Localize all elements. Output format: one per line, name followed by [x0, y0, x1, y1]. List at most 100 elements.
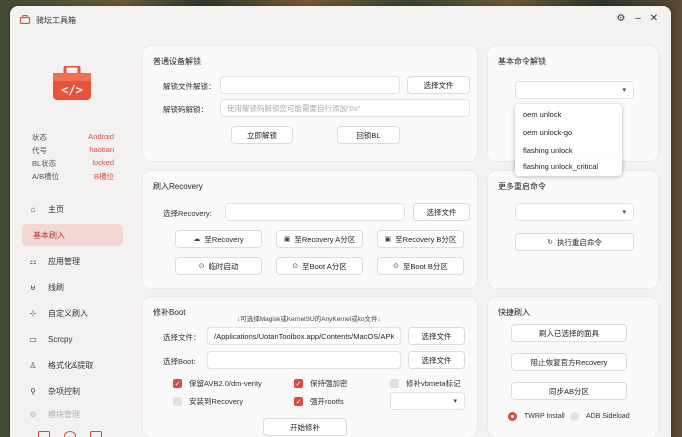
nav-app-manage[interactable]: ⚏ 应用管理: [22, 250, 123, 272]
dropdown-option-oem-unlock[interactable]: oem unlock: [523, 110, 561, 119]
reboot-title: 更多重启命令: [498, 182, 546, 191]
nav-line-flash[interactable]: ⊎ 线刷: [22, 276, 123, 298]
flash-selected-magisk-button[interactable]: 刷入已选择的面具: [511, 324, 627, 342]
nav-home[interactable]: ⌂ 主页: [22, 198, 123, 220]
to-recovery-b-label: 至Recovery B分区: [395, 234, 457, 244]
keep-encryption-label: 保持强加密: [310, 379, 348, 388]
adb-sideload-radio[interactable]: ADB Sideload: [570, 412, 630, 421]
execute-reboot-button[interactable]: ↻ 执行重启命令: [515, 233, 634, 251]
nav-line-flash-label: 线刷: [48, 282, 64, 292]
basic-cmd-select[interactable]: ▾: [515, 81, 634, 99]
to-boot-b-label: 至Boot B分区: [402, 261, 448, 271]
power-icon: ⊙: [292, 263, 299, 270]
to-recovery-b-button[interactable]: ▣ 至Recovery B分区: [377, 230, 464, 248]
toolbox-logo-icon: </>: [53, 66, 91, 100]
nav-module-manage[interactable]: ⚙ 模块管理: [22, 403, 123, 425]
unlock-file-label: 解锁文件解锁：: [163, 82, 216, 91]
sidebar-bottom-icons: [38, 431, 102, 437]
nav-misc-control-label: 杂项控制: [48, 386, 80, 396]
chevron-down-icon: ▾: [453, 398, 457, 405]
svg-text:</>: </>: [61, 83, 83, 97]
patch-boot-input[interactable]: [207, 351, 401, 369]
keep-encryption-checkbox[interactable]: ✓ 保持强加密: [294, 378, 348, 389]
home-icon: ⌂: [30, 204, 36, 214]
title-bar: 骑坛工具箱 ⚙ – ✕: [10, 6, 671, 32]
refresh-icon: ↻: [547, 239, 553, 246]
checkbox-empty-icon: [390, 379, 399, 388]
quick-flash-panel: 快捷刷入 刷入已选择的面具 阻止恢复官方Recovery 同步AB分区 TWRP…: [488, 297, 658, 437]
dropdown-menu-tail: flashing unlock_critical: [515, 158, 622, 176]
force-rootfs-label: 强开rootfs: [310, 397, 344, 406]
to-boot-b-button[interactable]: ⊙ 至Boot B分区: [377, 257, 464, 275]
settings-icon[interactable]: ⚙: [615, 13, 627, 25]
dropdown-option-flashing-unlock-critical[interactable]: flashing unlock_critical: [523, 162, 598, 171]
twrp-install-label: TWRP Install: [524, 413, 565, 420]
github-icon[interactable]: [64, 431, 76, 437]
to-recovery-button[interactable]: ☁ 至Recovery: [175, 230, 262, 248]
patch-boot-label: 选择Boot:: [163, 357, 196, 366]
device-codename-row: 代号 haotian: [32, 145, 114, 157]
web-icon[interactable]: [38, 431, 50, 437]
to-recovery-a-label: 至Recovery A分区: [294, 234, 356, 244]
app-logo-icon: [20, 15, 30, 24]
floppy-icon: ▣: [283, 236, 291, 243]
unlock-choose-file-button[interactable]: 选择文件: [407, 76, 470, 94]
custom-icon: ⊹: [29, 308, 37, 318]
checkbox-empty-icon: [173, 397, 182, 406]
execute-reboot-label: 执行重启命令: [556, 237, 602, 247]
start-patch-button[interactable]: 开始修补: [263, 418, 347, 436]
to-recovery-a-button[interactable]: ▣ 至Recovery A分区: [276, 230, 363, 248]
install-recovery-label: 安装到Recovery: [189, 397, 244, 406]
quick-flash-title: 快捷刷入: [498, 308, 530, 317]
device-codename-value: haotian: [89, 145, 114, 154]
to-boot-a-label: 至Boot A分区: [302, 261, 347, 271]
nav-basic-flash[interactable]: 基本刷入: [22, 224, 123, 246]
checkmark-icon: ✓: [294, 379, 303, 388]
nav-scrcpy[interactable]: ▭ Scrcpy: [22, 328, 123, 350]
force-rootfs-checkbox[interactable]: ✓ 强开rootfs: [294, 396, 344, 407]
nav-custom-flash[interactable]: ⊹ 自定义刷入: [22, 302, 123, 324]
close-button[interactable]: ✕: [648, 13, 660, 25]
app-title: 骑坛工具箱: [36, 16, 76, 25]
patch-choose-boot-button[interactable]: 选择文件: [408, 351, 465, 369]
patch-arch-select[interactable]: ▾: [390, 392, 465, 410]
apps-icon: ⚏: [29, 256, 37, 266]
power-icon: ⊙: [198, 263, 205, 270]
recovery-panel: 刷入Recovery 选择Recovery: 选择文件 ☁ 至Recovery ▣…: [143, 171, 477, 288]
to-recovery-label: 至Recovery: [204, 234, 244, 244]
twrp-install-radio[interactable]: TWRP Install: [508, 412, 565, 421]
sync-ab-button[interactable]: 同步AB分区: [511, 382, 627, 400]
patch-hint: ↓可选择Magisk或KernelSU的AnyKernel或ko文件↓: [237, 316, 381, 323]
patch-file-input[interactable]: [207, 327, 401, 345]
video-icon[interactable]: [90, 431, 102, 437]
keep-avb-label: 保留AVB2.0/dm-verity: [189, 379, 262, 388]
patch-choose-file-button[interactable]: 选择文件: [408, 327, 465, 345]
nav-misc-control[interactable]: ⚲ 杂项控制: [22, 380, 123, 402]
keep-avb-checkbox[interactable]: ✓ 保留AVB2.0/dm-verity: [173, 378, 262, 389]
to-boot-a-button[interactable]: ⊙ 至Boot A分区: [276, 257, 363, 275]
nav-basic-flash-label: 基本刷入: [33, 230, 65, 240]
nav-app-manage-label: 应用管理: [48, 256, 80, 266]
screen-icon: ▭: [29, 334, 37, 344]
block-recovery-button[interactable]: 阻止恢复官方Recovery: [511, 353, 627, 371]
dropdown-option-flashing-unlock[interactable]: flashing unlock: [523, 146, 573, 155]
reboot-cmd-select[interactable]: ▾: [515, 203, 634, 221]
cloud-icon: ☁: [193, 236, 201, 243]
unlock-code-input[interactable]: [220, 99, 470, 117]
recovery-title: 刷入Recovery: [153, 182, 203, 191]
recovery-file-input[interactable]: [225, 203, 405, 221]
patch-title: 修补Boot: [153, 308, 186, 317]
patch-vbmeta-checkbox[interactable]: 修补vbmeta标记: [390, 378, 461, 389]
minimize-button[interactable]: –: [632, 13, 644, 25]
nav-format-extract[interactable]: ♙ 格式化&提取: [22, 354, 123, 376]
checkmark-icon: ✓: [294, 397, 303, 406]
relock-bl-button[interactable]: 回锁BL: [337, 126, 400, 144]
reboot-panel: 更多重启命令 ▾ ↻ 执行重启命令: [488, 171, 658, 288]
temp-boot-button[interactable]: ⊙ 临时启动: [175, 257, 262, 275]
unlock-file-input[interactable]: [220, 76, 400, 94]
install-recovery-checkbox[interactable]: 安装到Recovery: [173, 396, 243, 407]
chevron-down-icon: ▾: [622, 87, 626, 94]
recovery-choose-file-button[interactable]: 选择文件: [413, 203, 470, 221]
dropdown-option-oem-unlock-go[interactable]: oem unlock-go: [523, 128, 572, 137]
unlock-now-button[interactable]: 立即解锁: [231, 126, 293, 144]
